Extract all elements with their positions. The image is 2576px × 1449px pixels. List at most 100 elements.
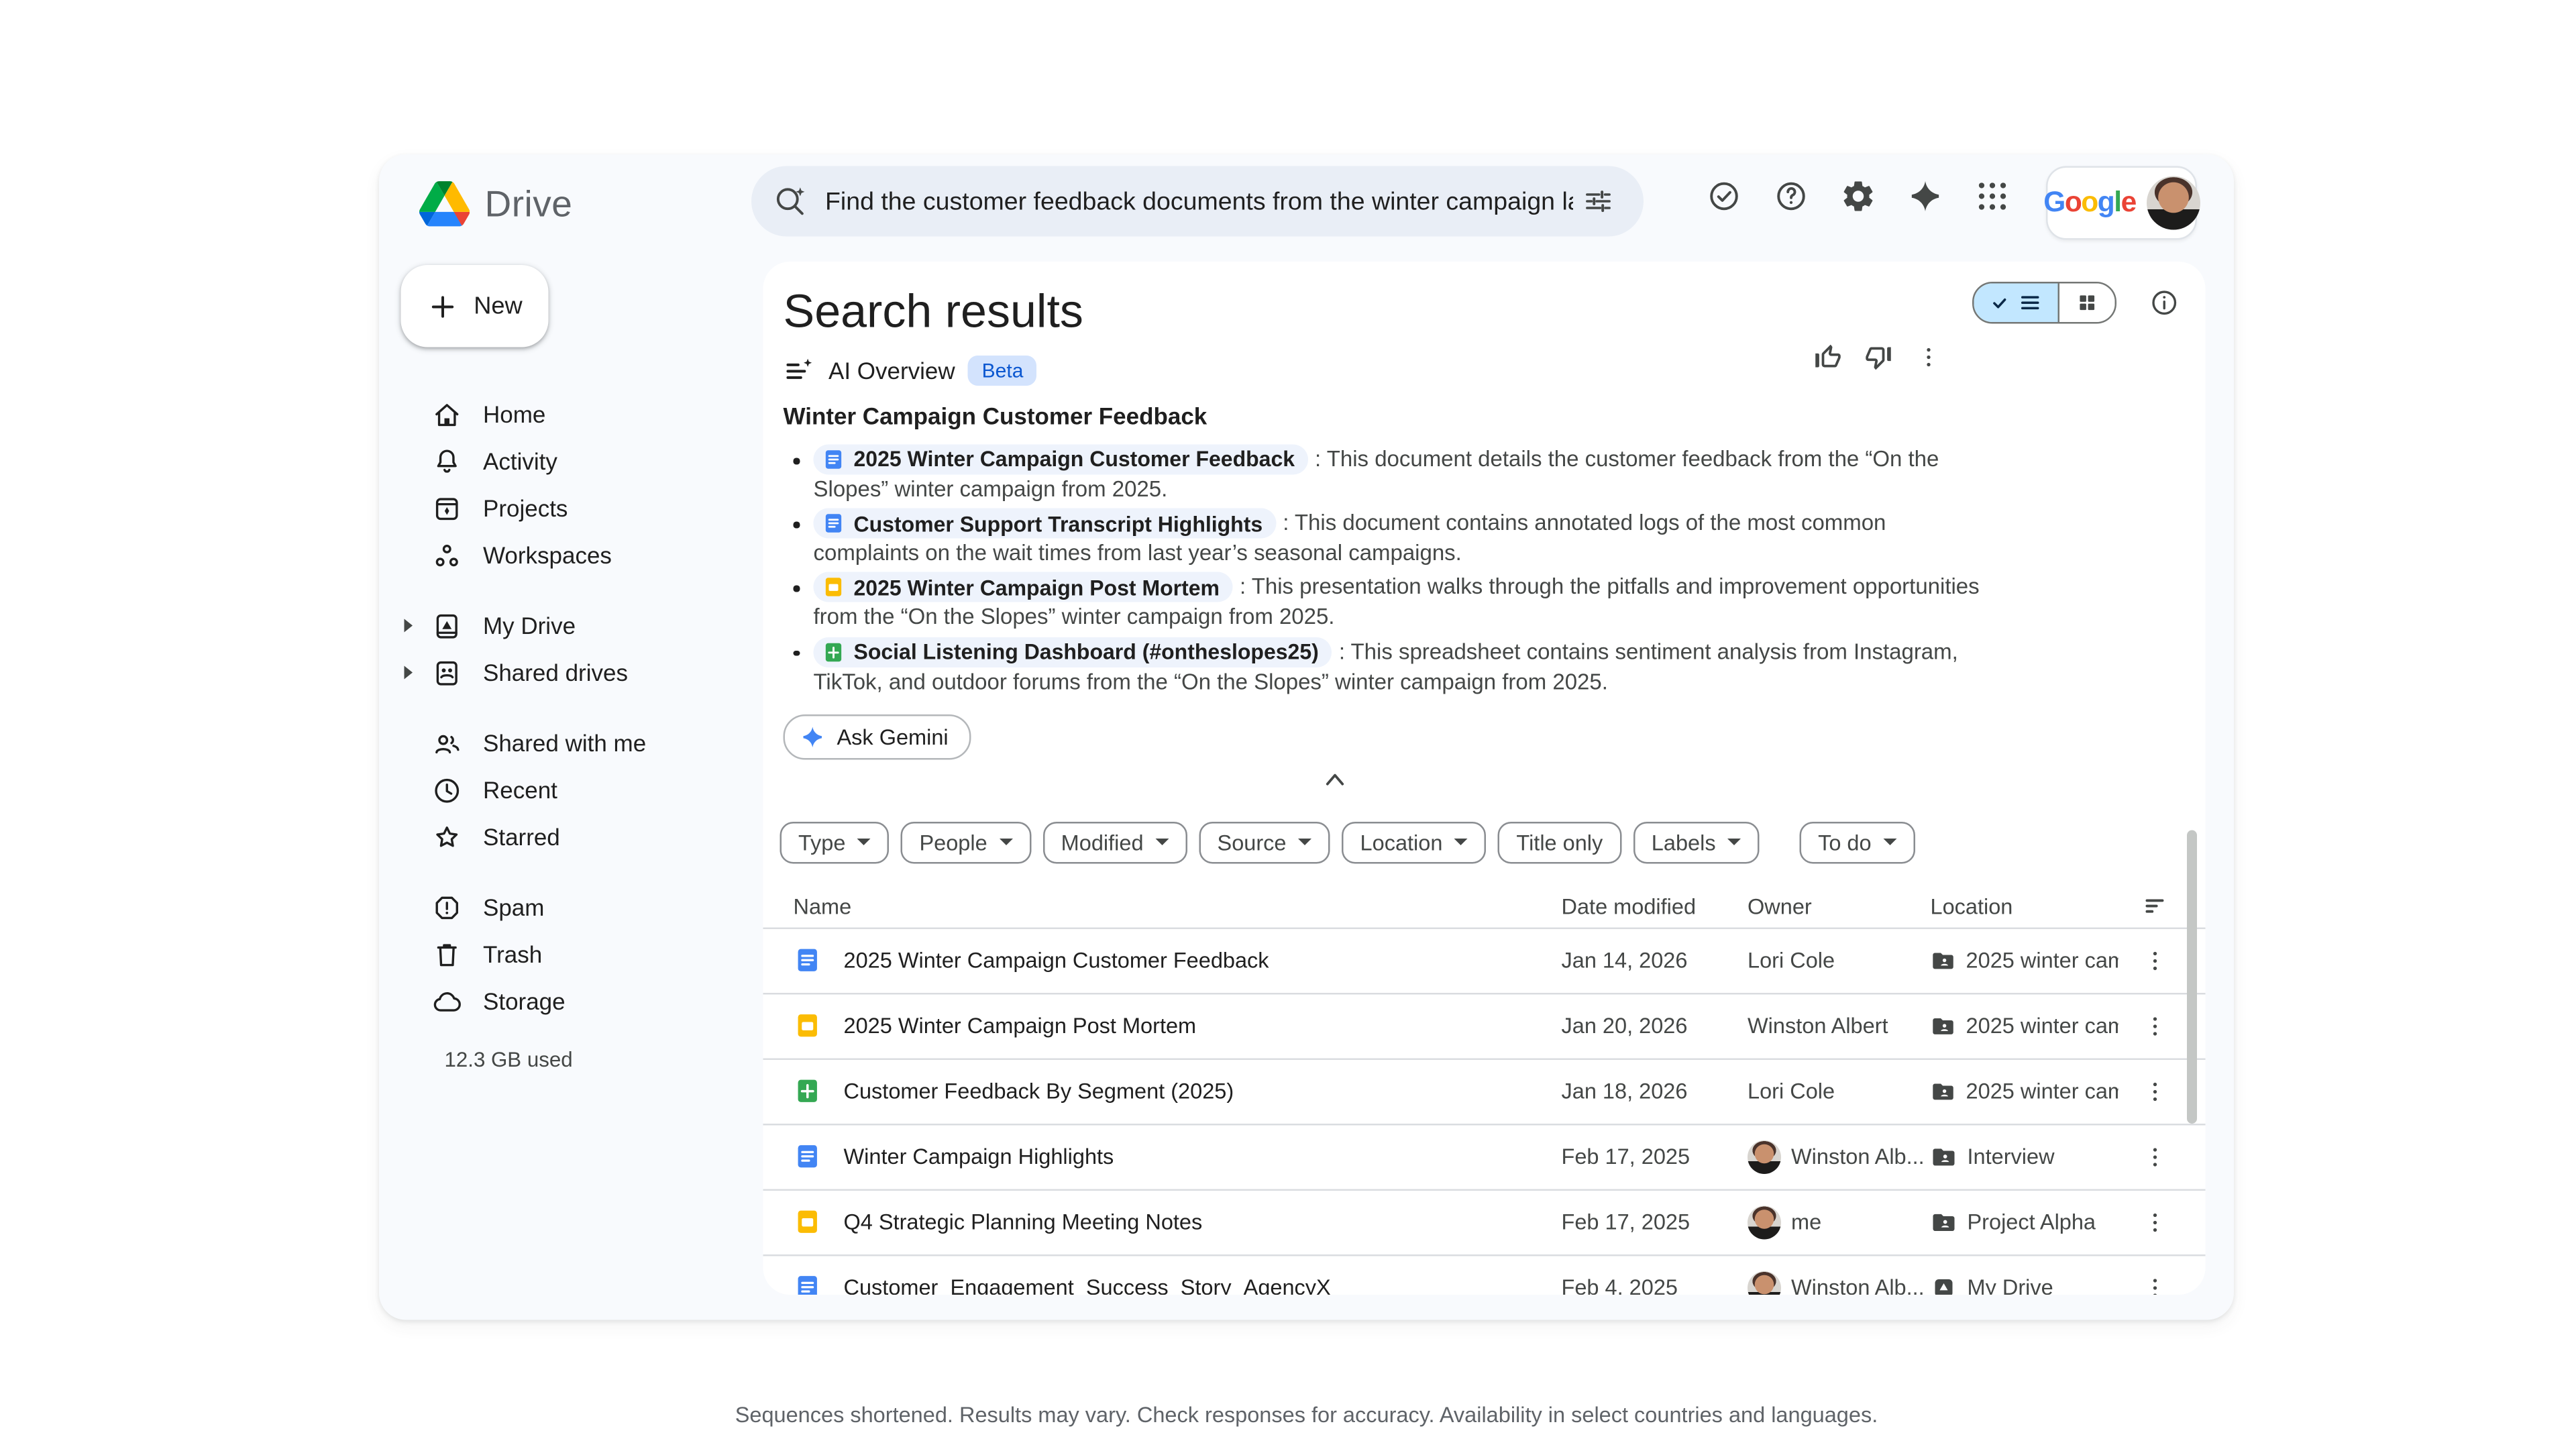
sidebar-item-home[interactable]: Home (401, 391, 763, 438)
sidebar-item-starred[interactable]: Starred (401, 814, 763, 861)
ai-bullet: 2025 Winter Campaign Post Mortem: This p… (793, 572, 1988, 632)
location-chip[interactable]: Project Alpha (1931, 1209, 2118, 1236)
filter-title-only[interactable]: Title only (1497, 821, 1621, 864)
ask-gemini-button[interactable]: Ask Gemini (783, 714, 972, 760)
table-row[interactable]: Winter Campaign Highlights Feb 17, 2025 … (763, 1123, 2206, 1189)
shared-folder-icon (1933, 1083, 1953, 1099)
location-chip[interactable]: 2025 winter cam (1931, 1013, 2118, 1040)
files-table: Name Date modified Owner Location 2025 W… (763, 887, 2206, 1295)
row-menu-button[interactable] (2118, 1078, 2192, 1105)
sidebar-item-label: Activity (483, 447, 557, 475)
sidebar-item-spam[interactable]: Spam (401, 884, 763, 931)
kebab-menu-icon (2153, 951, 2157, 970)
my-drive-icon (436, 613, 458, 638)
row-menu-button[interactable] (2118, 947, 2192, 974)
cell-date: Feb 17, 2025 (1561, 1144, 1690, 1170)
sidebar-item-label: Home (483, 400, 546, 428)
sidebar: New Home Activity Projects Workspaces My… (379, 262, 763, 1320)
sidebar-item-label: Workspaces (483, 541, 612, 569)
file-chip[interactable]: 2025 Winter Campaign Post Mortem (813, 572, 1234, 603)
chevron-down-icon (1727, 839, 1741, 846)
grid-icon (2080, 295, 2095, 311)
location-chip[interactable]: 2025 winter cam (1931, 947, 2118, 974)
scrollbar-thumb[interactable] (2187, 830, 2197, 1124)
filter-labels[interactable]: Labels (1633, 821, 1760, 864)
filter-modified[interactable]: Modified (1042, 821, 1187, 864)
expand-arrow-icon[interactable] (404, 619, 413, 633)
table-row[interactable]: 2025 Winter Campaign Post Mortem Jan 20,… (763, 992, 2206, 1059)
sort-button[interactable] (2118, 893, 2192, 922)
user-avatar[interactable] (2145, 176, 2200, 230)
new-button[interactable]: New (400, 265, 549, 347)
search-input[interactable]: Find the customer feedback documents fro… (751, 166, 1644, 237)
table-row[interactable]: Customer_Engagement_Success_Story_Agency… (763, 1254, 2206, 1295)
column-header-location[interactable]: Location (1931, 894, 2118, 920)
sidebar-item-recent[interactable]: Recent (401, 767, 763, 814)
table-row[interactable]: Customer Feedback By Segment (2025) Jan … (763, 1058, 2206, 1124)
filter-type[interactable]: Type (780, 821, 890, 864)
sidebar-item-storage[interactable]: Storage (401, 978, 763, 1025)
owner-avatar (1748, 1140, 1781, 1174)
apps-grid-icon[interactable] (1959, 163, 2026, 230)
docs-icon (798, 1145, 817, 1169)
help-icon[interactable] (1758, 163, 1825, 230)
account-pill[interactable]: Google (2043, 166, 2200, 240)
collapse-ai-overview-button[interactable] (1310, 766, 1354, 792)
filter-people[interactable]: People (900, 821, 1031, 864)
gemini-spark-icon[interactable] (1892, 163, 1959, 230)
grid-view-button[interactable] (2059, 283, 2115, 322)
filter-source[interactable]: Source (1199, 821, 1330, 864)
chevron-down-icon (1883, 839, 1897, 846)
location-chip[interactable]: My Drive (1931, 1275, 2118, 1295)
filter-location[interactable]: Location (1342, 821, 1487, 864)
storage-used-text: 12.3 GB used (444, 1048, 573, 1072)
column-header-owner[interactable]: Owner (1748, 894, 1931, 920)
settings-gear-icon[interactable] (1825, 163, 1892, 230)
sidebar-item-projects[interactable]: Projects (401, 485, 763, 532)
row-menu-button[interactable] (2118, 1013, 2192, 1040)
details-info-icon[interactable] (2145, 284, 2182, 321)
ai-overview-menu-icon[interactable] (1907, 335, 1951, 379)
sidebar-item-label: Trash (483, 941, 543, 968)
column-header-date-modified[interactable]: Date modified (1562, 894, 1748, 920)
file-chip[interactable]: 2025 Winter Campaign Customer Feedback (813, 444, 1309, 475)
cell-owner: Lori Cole (1748, 948, 1835, 973)
search-query-text: Find the customer feedback documents fro… (825, 186, 1573, 216)
table-row[interactable]: Q4 Strategic Planning Meeting Notes Feb … (763, 1189, 2206, 1254)
filter-to-do[interactable]: To do (1799, 821, 1915, 864)
approvals-check-icon[interactable] (1690, 163, 1758, 230)
thumbs-up-icon[interactable] (1807, 335, 1850, 379)
sidebar-item-label: Storage (483, 987, 566, 1015)
ai-overview-heading: Winter Campaign Customer Feedback (783, 402, 1208, 429)
sidebar-item-activity[interactable]: Activity (401, 438, 763, 485)
row-menu-button[interactable] (2118, 1275, 2192, 1295)
file-chip[interactable]: Social Listening Dashboard (#ontheslopes… (813, 637, 1332, 667)
ai-search-icon (771, 183, 808, 220)
drive-brand[interactable]: Drive (419, 181, 572, 227)
owner-avatar (1748, 1271, 1781, 1295)
drive-app-window: Drive Find the customer feedback documen… (379, 154, 2234, 1320)
expand-arrow-icon[interactable] (404, 665, 413, 680)
cell-owner: me (1791, 1210, 1822, 1235)
column-header-name[interactable]: Name (794, 894, 1562, 920)
sidebar-item-shared-with-me[interactable]: Shared with me (401, 720, 763, 767)
row-menu-button[interactable] (2118, 1144, 2192, 1171)
sidebar-item-my-drive[interactable]: My Drive (401, 602, 763, 649)
docs-icon (798, 1276, 817, 1295)
sidebar-item-workspaces[interactable]: Workspaces (401, 532, 763, 579)
docs-icon (825, 450, 842, 469)
cell-owner: Lori Cole (1748, 1079, 1835, 1104)
sidebar-item-shared-drives[interactable]: Shared drives (401, 649, 763, 696)
bell-icon (437, 449, 457, 472)
sidebar-item-trash[interactable]: Trash (401, 931, 763, 978)
table-row[interactable]: 2025 Winter Campaign Customer Feedback J… (763, 927, 2206, 993)
list-view-button[interactable] (1974, 283, 2059, 322)
thumbs-down-icon[interactable] (1857, 335, 1900, 379)
file-chip[interactable]: Customer Support Transcript Highlights (813, 508, 1277, 539)
location-chip[interactable]: 2025 winter cam (1931, 1078, 2118, 1105)
location-chip[interactable]: Interview (1931, 1144, 2118, 1171)
ai-overview-icon (786, 358, 812, 378)
search-options-button[interactable] (1573, 176, 1623, 227)
row-menu-button[interactable] (2118, 1209, 2192, 1236)
cell-owner: Winston Alb... (1791, 1144, 1925, 1170)
